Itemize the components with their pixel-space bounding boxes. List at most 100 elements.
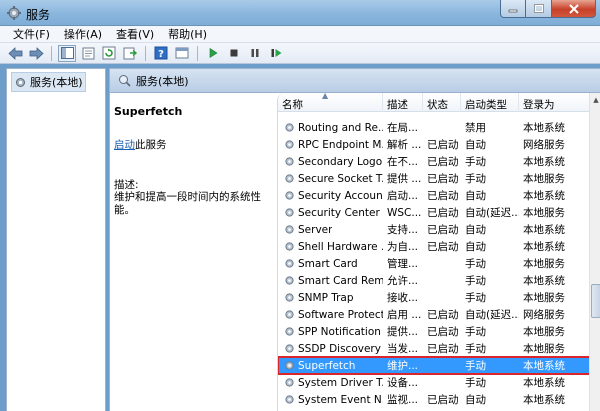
service-name-cell: Routing and Re... [278,122,383,134]
table-row[interactable]: SPP Notification ... 提供... 已启动手动 本地服务 [278,323,590,340]
service-gear-icon [285,174,294,183]
service-startup-cell: 手动 [465,292,486,304]
service-gear-icon [285,225,294,234]
table-row[interactable]: Routing and Re... 在局... 禁用 本地系统 [278,119,590,136]
help-button[interactable]: ? [152,45,170,62]
table-row[interactable]: SNMP Trap 接收... 手动 本地服务 [278,289,590,306]
help-icon: ? [154,46,168,60]
service-startup-cell: 手动 [465,326,486,338]
service-startup-cell: 手动 [465,258,486,270]
start-service-suffix: 此服务 [135,139,167,151]
service-status-cell: 已启动 [427,139,459,151]
service-gear-icon [285,259,294,268]
table-row[interactable]: Secondary Logon 在不... 已启动 手动 本地系统 [278,153,590,170]
svg-text:?: ? [158,49,164,60]
service-description-cell: 接收... [387,292,419,304]
service-startup-cell: 禁用 [465,122,486,134]
export-button[interactable] [121,45,139,62]
service-logon-cell: 网络服务 [523,139,565,151]
service-description-cell: 提供 ... [387,173,422,185]
toolbar: ? [0,43,600,64]
console-button[interactable] [173,45,191,62]
column-header-status[interactable]: 状态 [423,93,461,112]
start-service-button[interactable] [204,45,222,62]
restart-service-button[interactable] [267,45,285,62]
table-row[interactable]: System Driver T... 设备... 手动 本地系统 [278,374,590,391]
table-row[interactable]: Smart Card Rem... 允许... 手动 本地系统 [278,272,590,289]
table-row[interactable]: System Event N... 监视... 已启动 自动 本地系统 [278,391,590,408]
main-pane: 服务(本地) Superfetch 启动此服务 描述: 维护和提高一段时间内的系… [109,68,600,411]
pause-service-button[interactable] [246,45,264,62]
description-label: 描述: [114,179,139,191]
list-rows: Routing and Re... 在局... 禁用 本地系统 RPC Endpoint… [278,119,591,408]
menu-file[interactable]: 文件(F) [6,26,57,42]
window-controls [500,0,596,19]
service-description-cell: 启动... [387,190,419,202]
service-gear-icon [285,157,294,166]
back-arrow-icon [7,46,22,60]
refresh-button[interactable] [100,45,118,62]
table-row[interactable]: SSDP Discovery 当发... 已启动 手动 本地服务 [278,340,590,357]
service-startup-cell: 手动 [465,343,486,355]
service-gear-icon [285,344,294,353]
table-row[interactable]: Software Protect... 启用 ... 已启动自动(延迟... 网络服务 [278,306,590,323]
service-name: Superfetch [298,359,356,372]
service-name: RPC Endpoint M... [298,138,383,151]
table-row[interactable]: Security Account... 启动... 已启动自动 本地系统 [278,187,590,204]
menu-help[interactable]: 帮助(H) [161,26,214,42]
forward-button[interactable] [27,45,45,62]
column-header-description[interactable]: 描述 [383,93,423,112]
close-button[interactable] [552,0,596,18]
scrollbar-thumb[interactable] [591,284,600,318]
table-row[interactable]: Smart Card 管理... 手动 本地服务 [278,255,590,272]
service-gear-icon [285,276,294,285]
service-name-cell: Server [278,224,383,236]
menu-view[interactable]: 查看(V) [109,26,161,42]
table-row[interactable]: Secure Socket T... 提供 ... 已启动 手动 本地服务 [278,170,590,187]
vertical-scrollbar[interactable]: ▲ [589,93,600,411]
table-row[interactable]: Server 支持... 已启动 自动 本地系统 [278,221,590,238]
back-button[interactable] [6,45,24,62]
refresh-icon [102,46,116,60]
service-gear-icon [285,140,294,149]
service-name-cell: Superfetch [278,360,383,372]
table-row[interactable]: Shell Hardware ... 为自... 已启动 自动 本地系统 [278,238,590,255]
start-service-link[interactable]: 启动 [114,139,135,151]
title-bar: 服务 [0,0,600,26]
service-startup-cell: 手动 [465,173,486,185]
service-name-cell: Security Account... [278,190,383,202]
service-status-cell: 已启动 [427,309,459,321]
service-status-cell: 已启动 [427,326,459,338]
service-gear-icon [285,395,294,404]
service-logon-cell: 本地系统 [523,394,565,406]
service-startup-cell: 自动 [465,139,486,151]
tree-item-services-local[interactable]: 服务(本地) [11,72,86,92]
service-description-cell: 设备... [387,377,419,389]
service-gear-icon [285,242,294,251]
description-pane: Superfetch 启动此服务 描述: 维护和提高一段时间内的系统性能。 [110,93,275,411]
menu-bar: 文件(F) 操作(A) 查看(V) 帮助(H) [0,26,600,43]
services-list: ▲ 名称 描述 状态 启动类型 登录为 Routing and Re... 在局.… [277,93,600,411]
table-row[interactable]: RPC Endpoint M... 解析 ... 已启动 自动 网络服务 [278,136,590,153]
service-startup-cell: 自动 [465,190,486,202]
column-header-logon-as[interactable]: 登录为 [519,93,590,112]
stop-service-button[interactable] [225,45,243,62]
minimize-button[interactable] [500,0,526,18]
service-logon-cell: 本地服务 [523,343,565,355]
show-tree-button[interactable] [58,44,76,62]
service-name-cell: Smart Card [278,258,383,270]
start-service-line: 启动此服务 [114,137,167,152]
service-description-cell: 管理... [387,258,419,270]
column-header-startup-type[interactable]: 启动类型 [461,93,519,112]
table-row[interactable]: Security Center WSC... 已启动 自动(延迟... 本地服务 [278,204,590,221]
maximize-button[interactable] [526,0,552,18]
table-row-selected[interactable]: Superfetch 维护... 手动 本地系统 [278,356,591,375]
service-description-cell: 启用 ... [387,309,422,321]
column-header-label: 状态 [427,99,448,111]
service-description-cell: 提供... [387,326,419,338]
toolbar-separator [51,45,52,61]
column-header-name[interactable]: ▲ 名称 [278,93,383,112]
menu-action[interactable]: 操作(A) [57,26,109,42]
scroll-up-icon[interactable]: ▲ [590,93,600,107]
properties-button[interactable] [79,45,97,62]
